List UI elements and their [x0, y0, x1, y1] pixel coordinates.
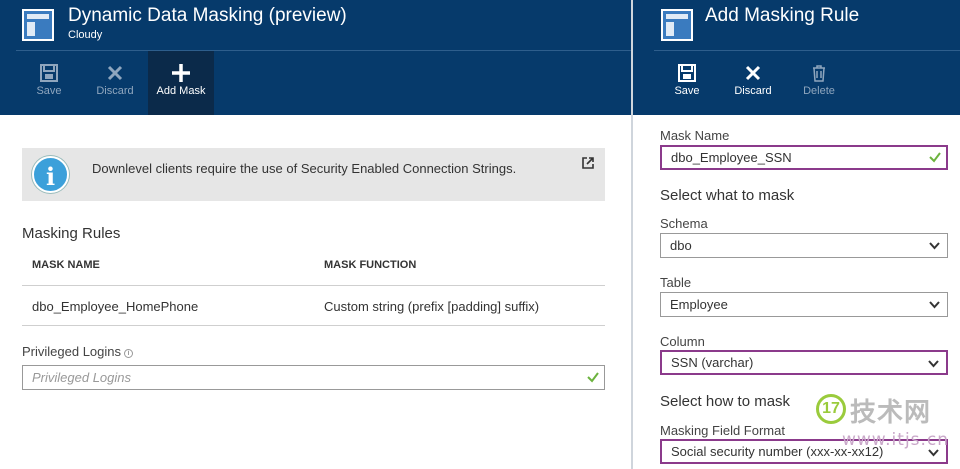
column-label: Column	[660, 334, 705, 349]
privileged-logins-placeholder: Privileged Logins	[32, 370, 132, 385]
privileged-logins-input[interactable]: Privileged Logins	[22, 365, 605, 390]
save-label: Save	[674, 85, 700, 97]
chevron-down-icon	[929, 301, 940, 309]
grid-divider	[22, 285, 605, 286]
column-header-mask-name: MASK NAME	[32, 259, 100, 271]
chevron-down-icon	[929, 242, 940, 250]
blade-header: Add Masking Rule Save Discard Delete	[633, 0, 960, 115]
grid-divider	[22, 325, 605, 326]
add-mask-label: Add Mask	[156, 85, 206, 97]
save-label: Save	[36, 85, 62, 97]
discard-button[interactable]: Discard	[720, 51, 786, 115]
watermark-badge: 17	[816, 394, 846, 424]
select-what-heading: Select what to mask	[660, 187, 795, 204]
command-bar: Save Discard Delete	[654, 51, 852, 115]
privileged-logins-label: Privileged Logins i	[22, 344, 134, 359]
discard-label: Discard	[96, 85, 134, 97]
watermark-name: 技术网	[850, 398, 932, 428]
save-button[interactable]: Save	[16, 51, 82, 115]
discard-button[interactable]: Discard	[82, 51, 148, 115]
info-bar-text: Downlevel clients require the use of Sec…	[92, 161, 517, 176]
discard-label: Discard	[734, 85, 772, 97]
masking-rules-heading: Masking Rules	[22, 225, 121, 242]
column-dropdown[interactable]: SSN (varchar)	[660, 350, 948, 375]
chevron-down-icon	[928, 360, 939, 368]
mask-name-input[interactable]: dbo_Employee_SSN	[660, 145, 948, 170]
info-bar: i Downlevel clients require the use of S…	[22, 148, 605, 201]
schema-value: dbo	[670, 238, 692, 253]
database-blade-icon	[22, 9, 54, 41]
trash-icon	[813, 65, 825, 82]
checkmark-icon	[587, 372, 599, 383]
watermark-url: www.itjs.cn	[842, 430, 950, 450]
select-how-heading: Select how to mask	[660, 393, 791, 410]
table-value: Employee	[670, 297, 728, 312]
command-bar: Save Discard Add Mask	[16, 51, 214, 115]
table-label: Table	[660, 275, 692, 290]
schema-label: Schema	[660, 216, 708, 231]
delete-label: Delete	[803, 85, 835, 97]
checkmark-icon	[929, 152, 941, 163]
masking-field-format-label: Masking Field Format	[660, 423, 785, 438]
blade-title: Dynamic Data Masking (preview)	[68, 5, 347, 26]
external-link-icon[interactable]	[581, 156, 595, 170]
site-watermark: 17 技术网 www.itjs.cn	[812, 392, 960, 469]
save-icon	[678, 64, 696, 82]
delete-button[interactable]: Delete	[786, 51, 852, 115]
save-icon	[40, 64, 58, 82]
mask-name-cell: dbo_Employee_HomePhone	[32, 299, 199, 314]
blade-subtitle: Cloudy	[68, 29, 103, 41]
close-icon	[107, 65, 123, 81]
info-icon: i	[124, 349, 134, 358]
blade-title: Add Masking Rule	[705, 5, 860, 26]
plus-icon	[172, 64, 190, 82]
close-icon	[745, 65, 761, 81]
schema-dropdown[interactable]: dbo	[660, 233, 948, 258]
column-header-mask-function: MASK FUNCTION	[324, 259, 417, 271]
mask-name-value: dbo_Employee_SSN	[671, 150, 792, 165]
mask-function-cell: Custom string (prefix [padding] suffix)	[324, 299, 540, 314]
column-value: SSN (varchar)	[671, 355, 754, 370]
save-button[interactable]: Save	[654, 51, 720, 115]
info-icon: i	[32, 156, 69, 193]
database-blade-icon	[661, 9, 693, 41]
dynamic-data-masking-blade: Dynamic Data Masking (preview) Cloudy Sa…	[0, 0, 631, 469]
blade-header: Dynamic Data Masking (preview) Cloudy Sa…	[0, 0, 631, 115]
table-dropdown[interactable]: Employee	[660, 292, 948, 317]
mask-name-label: Mask Name	[660, 128, 730, 143]
add-mask-button[interactable]: Add Mask	[148, 51, 214, 115]
